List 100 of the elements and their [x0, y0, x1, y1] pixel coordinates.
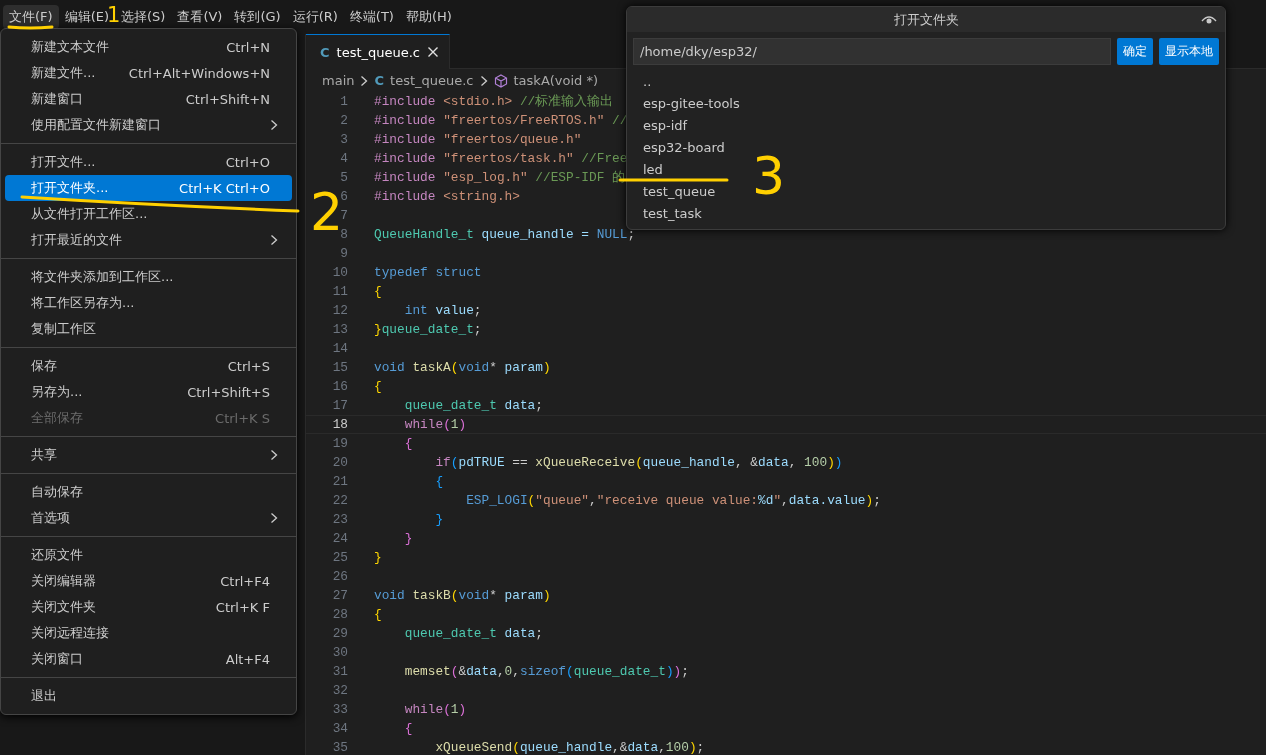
code-line: queue_date_t data;	[403, 397, 543, 415]
dialog-button[interactable]: 确定	[1117, 38, 1153, 65]
line-number: 14	[331, 340, 348, 358]
shortcut-label: Ctrl+K S	[215, 410, 271, 426]
code-line: void taskB(void* param)	[374, 587, 551, 605]
folder-list-item[interactable]: led	[643, 159, 663, 181]
menu-item[interactable]: 新建窗口 Ctrl+Shift+N	[5, 86, 292, 112]
shortcut-label: Ctrl+Shift+N	[185, 91, 271, 107]
line-number: 11	[331, 283, 348, 301]
menu-bar-item[interactable]: 终端(T)	[343, 5, 400, 29]
menu-item[interactable]: 自动保存	[5, 479, 292, 505]
shortcut-label: Ctrl+K F	[215, 599, 271, 615]
menu-item[interactable]: 从文件打开工作区...	[5, 201, 292, 227]
line-number: 26	[331, 568, 348, 586]
code-line: ESP_LOGI("queue","receive queue value:%d",data.value);	[465, 492, 881, 510]
folder-list-item[interactable]: ..	[643, 71, 652, 93]
dialog-title: 打开文件夹	[893, 10, 959, 29]
code-line: }queue_date_t;	[374, 321, 482, 339]
code-line: {	[403, 435, 413, 453]
line-number: 3	[339, 131, 348, 149]
code-line: #include <string.h>	[374, 188, 520, 206]
eye-icon	[1201, 13, 1217, 25]
breadcrumb-item[interactable]: main	[322, 73, 355, 88]
chevron-icon	[479, 74, 488, 87]
line-number: 23	[331, 511, 348, 529]
line-number: 2	[339, 112, 348, 130]
code-line: while(1)	[403, 416, 467, 434]
line-number: 4	[339, 150, 348, 168]
code-line: void taskA(void* param)	[374, 359, 551, 377]
line-number: 33	[331, 701, 348, 719]
menu-item[interactable]: 新建文件... Ctrl+Alt+Windows+N	[5, 60, 292, 86]
file-type-icon: C	[374, 73, 385, 88]
file-type-icon: C	[320, 44, 330, 60]
editor-tab[interactable]: C test_queue.c	[306, 34, 451, 69]
dialog-button[interactable]: 显示本地	[1159, 38, 1219, 65]
code-line: memset(&data,0,sizeof(queue_date_t));	[403, 663, 689, 681]
code-line: {	[403, 720, 413, 738]
close-icon	[427, 46, 440, 58]
shortcut-label: Ctrl+Shift+S	[187, 384, 271, 400]
menu-bar-item[interactable]: 查看(V)	[171, 5, 229, 29]
shortcut-label: Ctrl+N	[226, 39, 271, 55]
menu-item[interactable]: 共享	[5, 442, 292, 468]
menu-bar-item[interactable]: 文件(F)	[3, 5, 59, 29]
menu-item[interactable]: 打开最近的文件	[5, 227, 292, 253]
menu-bar-item[interactable]: 运行(R)	[286, 5, 344, 29]
code-line: xQueueSend(queue_handle,&data,100);	[434, 739, 705, 755]
code-line: int value;	[403, 302, 482, 320]
menu-bar-item[interactable]: 转到(G)	[228, 5, 287, 29]
folder-list-item[interactable]: test_queue	[643, 181, 716, 203]
code-line: }	[403, 530, 413, 548]
line-number: 18	[331, 416, 348, 434]
menu-item[interactable]: 打开文件夹... Ctrl+K Ctrl+O	[5, 175, 292, 201]
cube-icon	[493, 73, 508, 88]
shortcut-label: Alt+F4	[225, 651, 271, 667]
menu-item[interactable]: 另存为... Ctrl+Shift+S	[5, 379, 292, 405]
menu-item[interactable]: 关闭编辑器 Ctrl+F4	[5, 568, 292, 594]
menu-item[interactable]: 首选项	[5, 505, 292, 531]
line-number: 22	[331, 492, 348, 510]
line-number: 31	[331, 663, 348, 681]
line-number: 1	[339, 93, 348, 111]
code-line: if(pdTRUE == xQueueReceive(queue_handle, &data, 100))	[434, 454, 843, 472]
shortcut-label: Ctrl+Alt+Windows+N	[128, 65, 271, 81]
menu-bar-item[interactable]: 帮助(H)	[399, 5, 458, 29]
underline-mark	[7, 25, 54, 30]
line-number: 29	[331, 625, 348, 643]
menu-item[interactable]: 关闭窗口 Alt+F4	[5, 646, 292, 672]
menu-item[interactable]: 将工作区另存为...	[5, 290, 292, 316]
line-number: 9	[339, 245, 348, 263]
tab-label: test_queue.c	[336, 44, 421, 60]
menu-item[interactable]: 复制工作区	[5, 316, 292, 342]
code-line: #include <stdio.h> //标准输入输出	[374, 93, 614, 111]
line-number: 13	[331, 321, 348, 339]
menu-item[interactable]: 保存 Ctrl+S	[5, 353, 292, 379]
annotation-number: 1	[107, 5, 121, 26]
line-number: 34	[331, 720, 348, 738]
breadcrumb-item[interactable]: taskA(void *)	[513, 73, 599, 88]
line-number: 20	[331, 454, 348, 472]
breadcrumb-item[interactable]: test_queue.c	[390, 73, 474, 88]
shortcut-label: Ctrl+S	[227, 358, 271, 374]
menu-item[interactable]: 关闭远程连接	[5, 620, 292, 646]
code-line: }	[434, 511, 444, 529]
menu-item[interactable]: 还原文件	[5, 542, 292, 568]
code-line: QueueHandle_t queue_handle = NULL;	[374, 226, 636, 244]
line-number: 28	[331, 606, 348, 624]
menu-item[interactable]: 新建文本文件 Ctrl+N	[5, 34, 292, 60]
menu-item[interactable]: 将文件夹添加到工作区...	[5, 264, 292, 290]
folder-list-item[interactable]: esp32-board	[643, 137, 725, 159]
menu-item[interactable]: 打开文件... Ctrl+O	[5, 149, 292, 175]
code-line: }	[374, 549, 382, 567]
menu-item[interactable]: 使用配置文件新建窗口	[5, 112, 292, 138]
code-line: {	[434, 473, 444, 491]
menu-item[interactable]: 关闭文件夹 Ctrl+K F	[5, 594, 292, 620]
line-number: 25	[331, 549, 348, 567]
shortcut-label: Ctrl+K Ctrl+O	[179, 180, 271, 196]
menu-item[interactable]: 退出	[5, 683, 292, 709]
line-number: 30	[331, 644, 348, 662]
folder-list-item[interactable]: test_task	[643, 203, 702, 225]
folder-list-item[interactable]: esp-idf	[643, 115, 688, 137]
path-input-field[interactable]: /home/dky/esp32/	[633, 38, 1111, 65]
folder-list-item[interactable]: esp-gitee-tools	[643, 93, 740, 115]
